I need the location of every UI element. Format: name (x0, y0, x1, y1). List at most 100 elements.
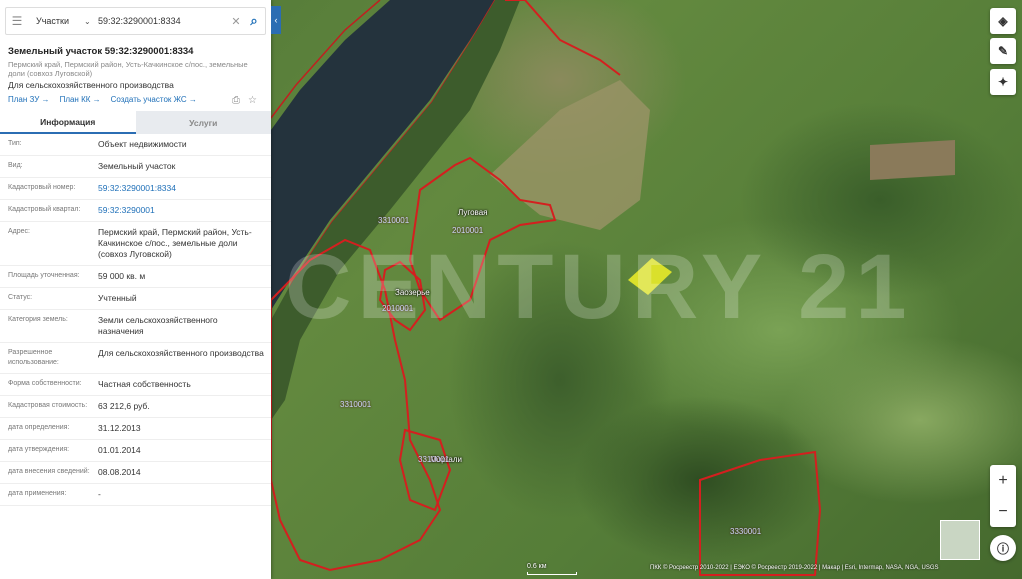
plan-kk-link[interactable]: План КК → (60, 95, 101, 104)
attr-value: Учтенный (98, 293, 137, 303)
parcel-title: Земельный участок 59:32:3290001:8334 (8, 46, 194, 57)
chevron-down-icon[interactable]: ⌄ (84, 17, 94, 26)
boundary-north (505, 0, 621, 76)
info-icon: ⓘ (996, 541, 1009, 556)
attr-row: дата определения: 31.12.2013 (0, 418, 271, 440)
attr-row: дата утверждения: 01.01.2014 (0, 440, 271, 462)
attr-key: Тип: (8, 140, 22, 147)
attr-key: Категория земель: (8, 316, 68, 323)
tab-info[interactable]: Информация (0, 111, 136, 134)
attr-key: Разрешенное использование: (8, 349, 59, 366)
attr-key: дата внесения сведений: (8, 468, 90, 475)
field-patch (870, 140, 955, 180)
plus-icon: + (998, 471, 1008, 489)
attr-row: Вид: Земельный участок (0, 156, 271, 178)
attr-row: Форма собственности: Частная собственност… (0, 374, 271, 396)
chevron-left-icon: ‹ (274, 15, 278, 25)
panel-tabs: Информация Услуги (0, 111, 271, 134)
watermark: CENTURY 21 (285, 236, 913, 338)
minus-icon: − (998, 502, 1008, 520)
place-label: Луговая (458, 208, 488, 217)
attr-key: Кадастровая стоимость: (8, 402, 88, 409)
attr-value: Частная собственность (98, 379, 191, 389)
attr-key: дата определения: (8, 424, 70, 431)
zone-label: 3310001 (418, 455, 450, 464)
attr-key: Кадастровый номер: (8, 184, 76, 191)
zone-label: 3310001 (340, 400, 372, 409)
layers-button[interactable]: ◈ (990, 8, 1016, 34)
attr-row: дата применения: - (0, 484, 271, 506)
cadastral-quarter-link[interactable]: 59:32:3290001 (98, 205, 271, 216)
settlement-plots (490, 80, 650, 230)
measure-button[interactable]: ✎ (990, 38, 1016, 64)
info-panel: ☰ Участки ⌄ ✕ ⌕ Земельный участок 59:32:… (0, 0, 271, 579)
attr-row: Статус: Учтенный (0, 288, 271, 310)
attr-value: 63 212,6 руб. (98, 401, 150, 411)
zoom-control: + − (990, 465, 1016, 527)
layers-icon: ◈ (998, 14, 1008, 28)
attr-row: Кадастровый номер: 59:32:3290001:8334 (0, 178, 271, 200)
zone-label: 2010001 (382, 304, 414, 313)
search-input[interactable] (94, 16, 229, 26)
attr-value: Объект недвижимости (98, 139, 187, 149)
attr-row: Адрес: Пермский край, Пермский район, Уст… (0, 222, 271, 266)
parcel-address: Пермский край, Пермский район, Усть-Качк… (8, 60, 248, 78)
scale-label: 0.6 км (527, 563, 547, 570)
parcel-usage: Для сельскохозяйственного производства (8, 80, 174, 90)
zone-label: 3330001 (730, 527, 762, 536)
star-icon[interactable]: ☆ (248, 95, 257, 106)
zoom-in-button[interactable]: + (990, 465, 1016, 496)
attr-value: 08.08.2014 (98, 467, 141, 477)
category-select[interactable]: Участки (28, 16, 84, 26)
attr-key: дата утверждения: (8, 446, 70, 453)
zoom-out-button[interactable]: − (990, 496, 1016, 527)
attr-key: Кадастровый квартал: (8, 206, 81, 213)
search-button[interactable]: ⌕ (243, 8, 265, 34)
tab-services[interactable]: Услуги (135, 111, 271, 134)
basemap-thumbnail[interactable] (940, 520, 980, 560)
crosshair-icon: ✦ (997, 75, 1009, 89)
attr-value: 59 000 кв. м (98, 271, 146, 281)
attr-key: Площадь уточненная: (8, 272, 80, 279)
menu-icon[interactable]: ☰ (6, 14, 28, 28)
attr-key: Адрес: (8, 228, 30, 235)
attr-row: Тип: Объект недвижимости (0, 134, 271, 156)
zone-label: 2010001 (452, 226, 484, 235)
attr-value: Для сельскохозяйственного производства (98, 348, 264, 358)
create-parcel-link[interactable]: Создать участок ЖС → (111, 95, 197, 104)
attr-value: Земельный участок (98, 161, 176, 171)
attr-row: Разрешенное использование: Для сельскохоз… (0, 343, 271, 374)
plan-zu-link[interactable]: План ЗУ → (8, 95, 50, 104)
attr-key: Форма собственности: (8, 380, 82, 387)
attr-value: Земли сельскохозяйственного назначения (98, 315, 218, 336)
ruler-icon: ✎ (997, 44, 1009, 58)
locate-button[interactable]: ✦ (990, 69, 1016, 95)
attr-key: Статус: (8, 294, 33, 301)
attributes-list: Тип: Объект недвижимости Вид: Земельный уч… (0, 134, 271, 506)
search-icon: ⌕ (250, 13, 258, 28)
attr-row: дата внесения сведений: 08.08.2014 (0, 462, 271, 484)
attr-row: Кадастровый квартал: 59:32:3290001 (0, 200, 271, 222)
info-button[interactable]: ⓘ (990, 535, 1016, 561)
parcel-links: План ЗУ → План КК → Создать участок ЖС → (8, 95, 197, 104)
cadastral-number-link[interactable]: 59:32:3290001:8334 (98, 183, 271, 194)
print-icon[interactable]: ⎙ (232, 95, 240, 106)
attr-row: Категория земель: Земли сельскохозяйствен… (0, 310, 271, 343)
attr-value: - (98, 489, 101, 499)
attr-value: 01.01.2014 (98, 445, 141, 455)
collapse-panel-button[interactable]: ‹ (271, 6, 281, 34)
attr-value: 31.12.2013 (98, 423, 141, 433)
boundary-southeast (699, 450, 822, 576)
map-attribution: ПКК © Росреестр 2010-2022 | ЕЭКО © Росре… (650, 565, 939, 571)
search-bar: ☰ Участки ⌄ ✕ ⌕ (5, 7, 266, 35)
clear-icon[interactable]: ✕ (229, 15, 243, 28)
attr-key: дата применения: (8, 490, 67, 497)
scale-bar (527, 572, 577, 575)
zone-label: 3310001 (378, 216, 410, 225)
attr-key: Вид: (8, 162, 23, 169)
attr-row: Кадастровая стоимость: 63 212,6 руб. (0, 396, 271, 418)
parcel-tools: ⎙ ☆ (232, 95, 257, 106)
attr-row: Площадь уточненная: 59 000 кв. м (0, 266, 271, 288)
place-label: Заозерье (395, 288, 430, 297)
attr-value: Пермский край, Пермский район, Усть-Качк… (98, 227, 252, 259)
